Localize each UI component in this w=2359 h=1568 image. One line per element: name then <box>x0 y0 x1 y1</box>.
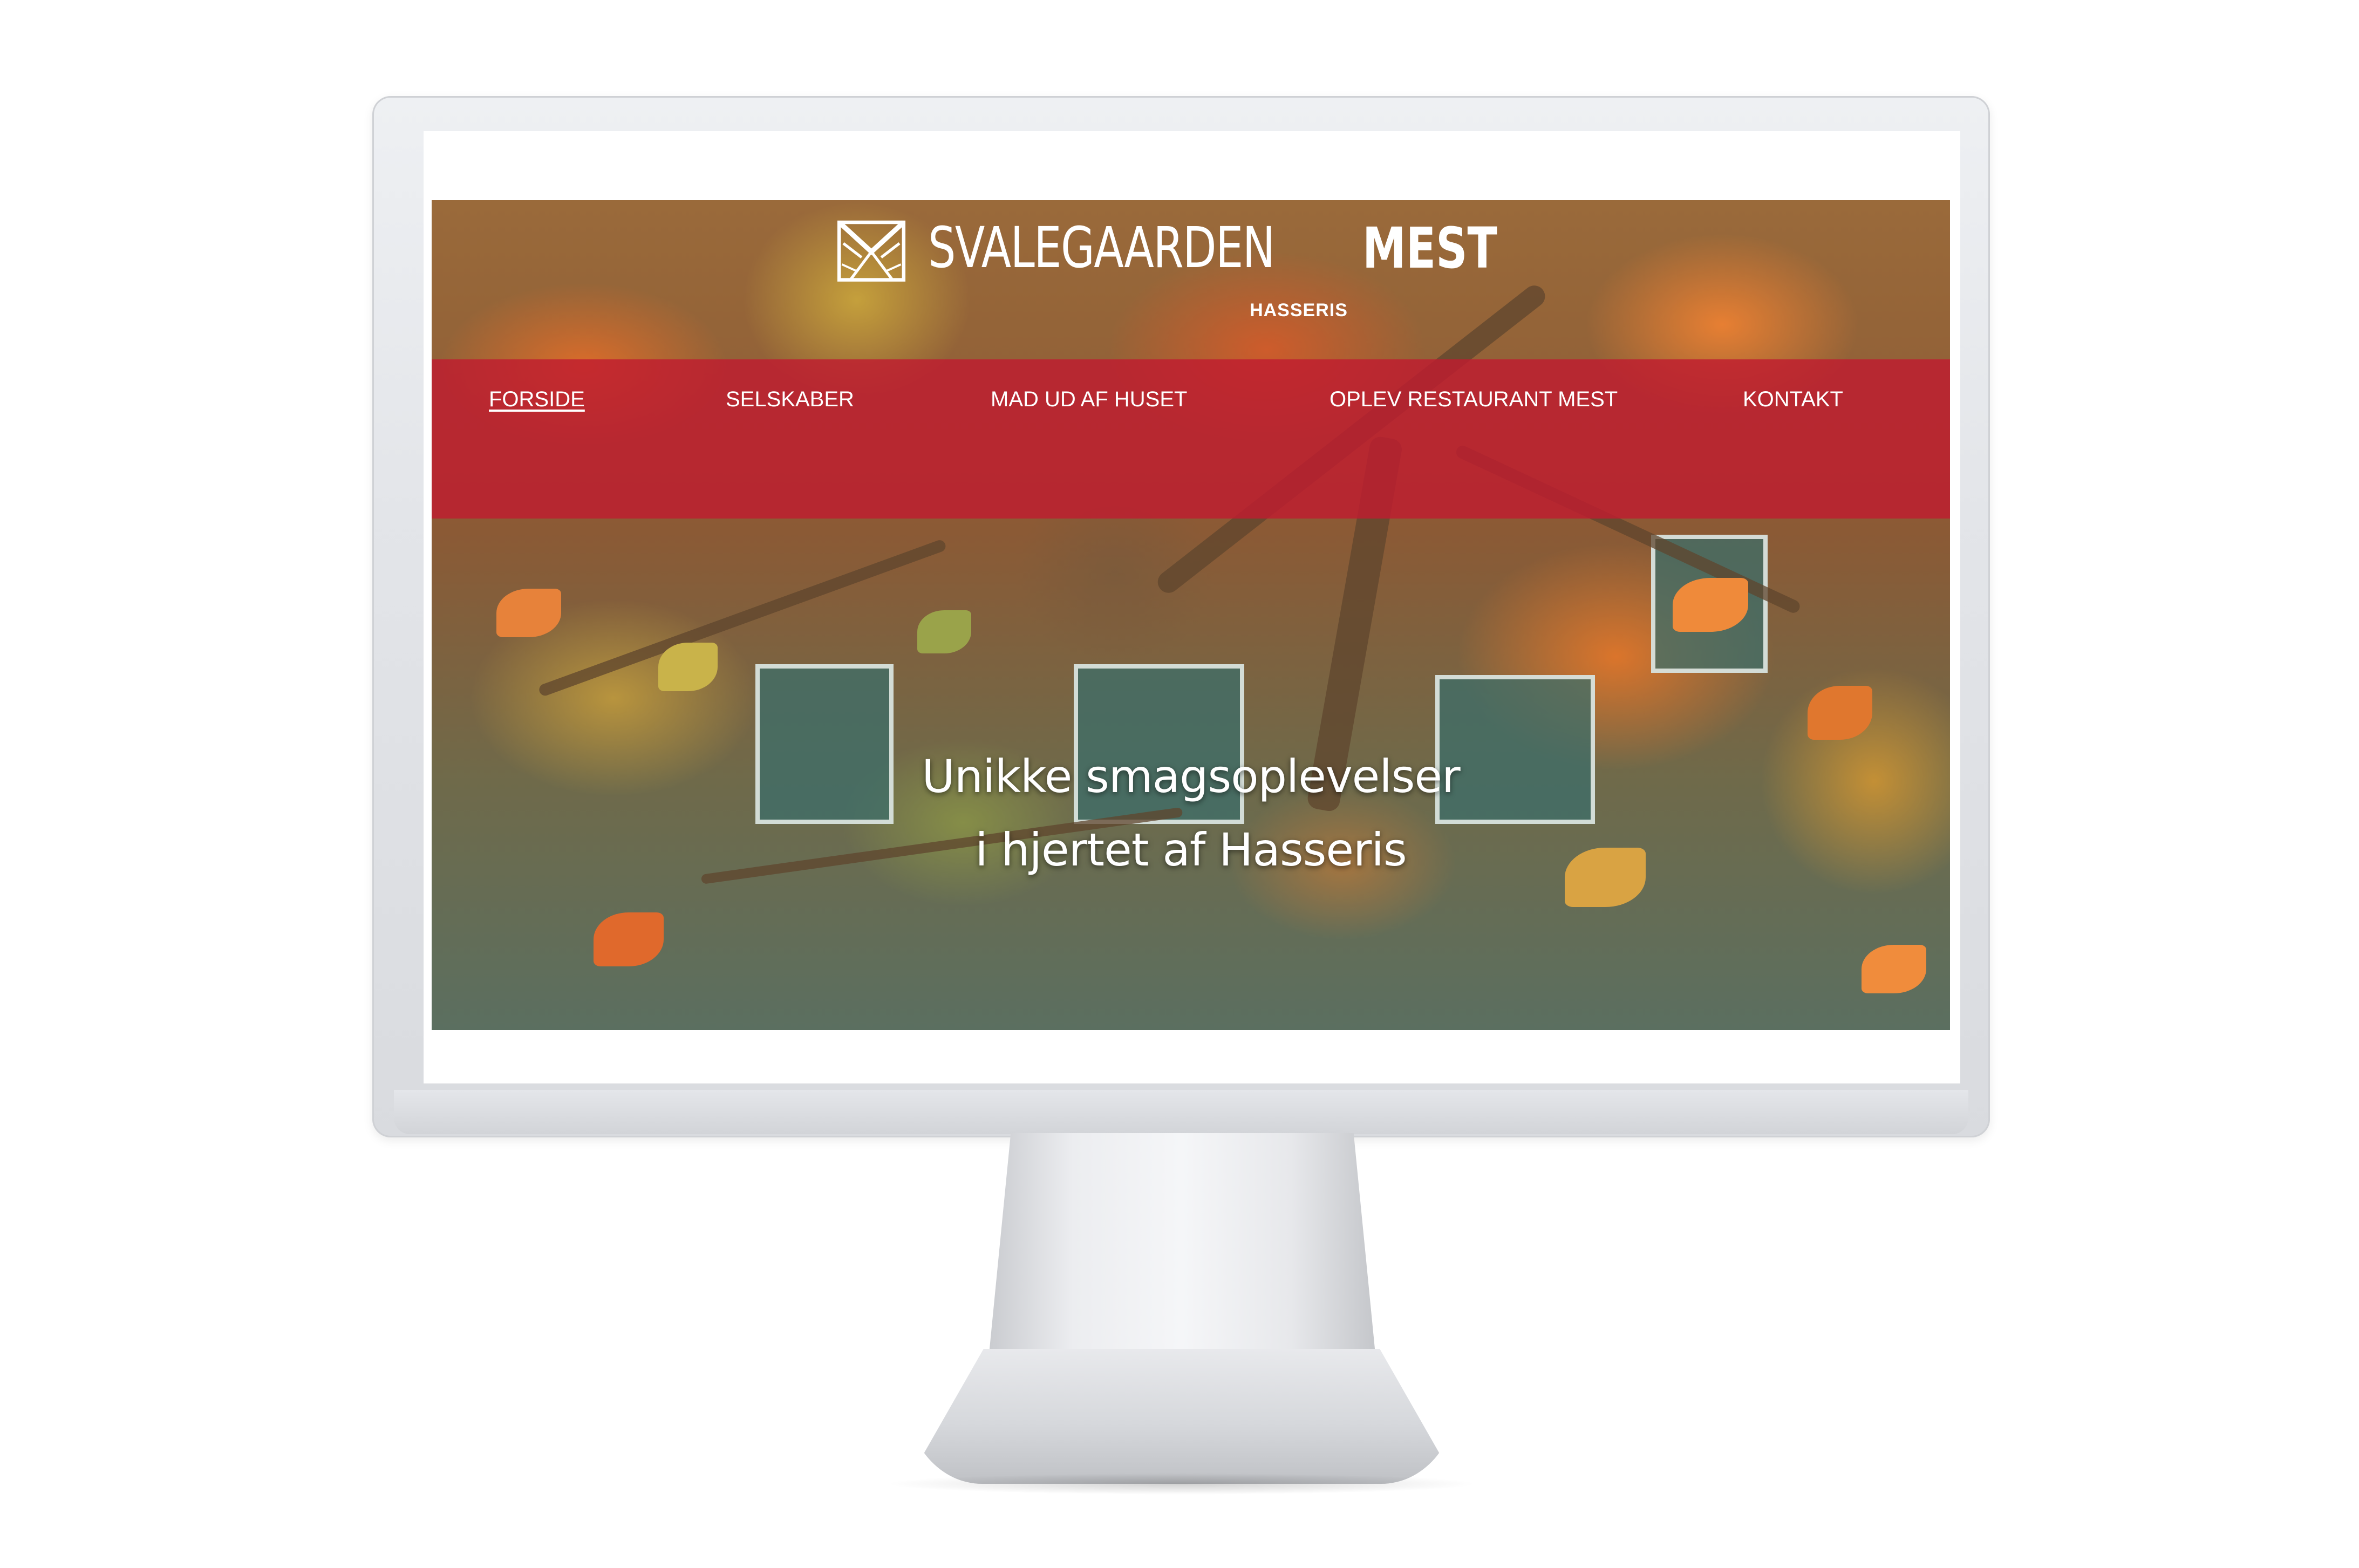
logo-name-light: SVALEGAARDEN <box>928 215 1275 281</box>
monitor-chin <box>394 1090 1968 1134</box>
monitor-screen: SVALEGAARDEN MEST HASSERIS FORSIDE SELSK… <box>424 131 1960 1083</box>
hero-headline-line-1: Unikke smagsoplevelser <box>922 750 1460 803</box>
monitor-stand-base <box>906 1349 1457 1484</box>
hero-headline: Unikke smagsoplevelser i hjertet af Hass… <box>432 740 1950 887</box>
site-header: SVALEGAARDEN MEST HASSERIS <box>432 200 1950 362</box>
leaf <box>917 610 971 653</box>
leaf <box>1808 686 1872 740</box>
nav-item-mad-ud-af-huset[interactable]: MAD UD AF HUSET <box>991 387 1187 412</box>
stand-shadow <box>885 1473 1478 1495</box>
nav-item-forside[interactable]: FORSIDE <box>489 387 585 412</box>
leaf <box>1673 578 1748 632</box>
site-logo[interactable]: SVALEGAARDEN MEST <box>836 215 1511 285</box>
nav-item-selskaber[interactable]: SELSKABER <box>726 387 854 412</box>
logo-name-bold: MEST <box>1362 215 1497 281</box>
product-photo-scene: SVALEGAARDEN MEST HASSERIS FORSIDE SELSK… <box>0 0 2359 1568</box>
main-navigation: FORSIDE SELSKABER MAD UD AF HUSET OPLEV … <box>432 359 1950 519</box>
swallow-logo-icon <box>837 220 906 282</box>
leaf <box>1862 945 1926 993</box>
monitor-stand-neck <box>987 1133 1377 1371</box>
logo-subtitle: HASSERIS <box>1250 300 1348 321</box>
website: SVALEGAARDEN MEST HASSERIS FORSIDE SELSK… <box>432 200 1950 1030</box>
leaf <box>658 643 718 691</box>
leaf <box>496 589 561 637</box>
leaf <box>594 912 664 966</box>
nav-item-oplev-restaurant-mest[interactable]: OPLEV RESTAURANT MEST <box>1330 387 1618 412</box>
hero-headline-line-2: i hjertet af Hasseris <box>975 823 1407 876</box>
nav-item-kontakt[interactable]: KONTAKT <box>1743 387 1843 412</box>
